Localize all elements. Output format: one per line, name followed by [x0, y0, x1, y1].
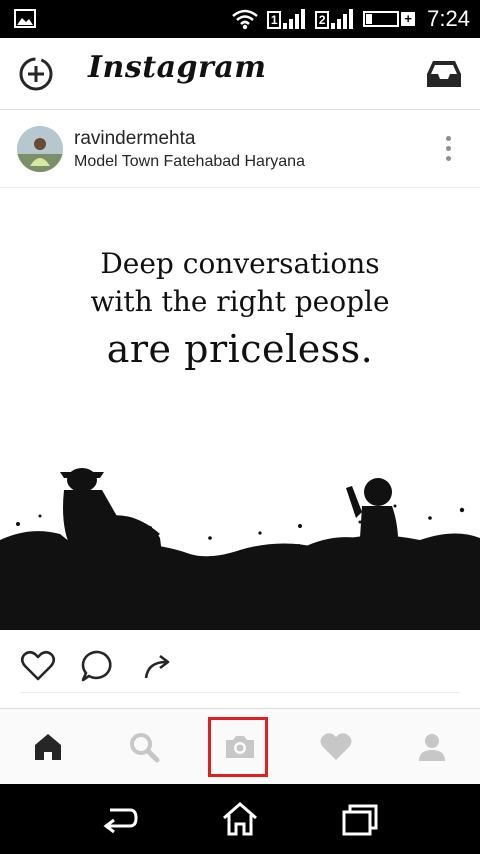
nav-search[interactable]: [96, 709, 192, 785]
home-icon: [35, 734, 61, 760]
silhouette-illustration: [0, 468, 480, 630]
signal-icon: [331, 9, 354, 29]
new-post-icon[interactable]: [18, 56, 54, 92]
system-nav-bar: [0, 784, 480, 854]
recents-icon[interactable]: [340, 800, 380, 838]
search-icon: [130, 733, 160, 763]
sim2-signal: 2: [315, 9, 355, 29]
divider: [20, 692, 460, 693]
heart-icon: [320, 733, 352, 760]
post-header: ravindermehta Model Town Fatehabad Harya…: [0, 110, 480, 188]
clock: 7:24: [427, 6, 470, 31]
post-image[interactable]: Deep conversations with the right people…: [0, 188, 480, 630]
profile-icon: [419, 734, 445, 761]
avatar[interactable]: [17, 126, 63, 172]
share-icon[interactable]: [140, 648, 176, 684]
home-icon[interactable]: [220, 800, 260, 838]
comment-icon[interactable]: [80, 648, 116, 684]
nav-activity[interactable]: [288, 709, 384, 785]
sim1-label: 1: [267, 11, 282, 29]
bottom-nav: [0, 708, 480, 784]
back-icon[interactable]: [100, 800, 140, 838]
heart-icon[interactable]: [20, 648, 56, 684]
image-icon: [14, 9, 36, 28]
sim2-label: 2: [315, 11, 330, 29]
post-username[interactable]: ravindermehta: [74, 128, 195, 150]
nav-profile[interactable]: [384, 709, 480, 785]
signal-icon: [283, 9, 306, 29]
status-bar: 1 2 + 7:24: [0, 0, 480, 38]
battery-icon: +: [363, 11, 416, 27]
wifi-icon: [232, 9, 258, 30]
inbox-icon[interactable]: [426, 58, 462, 90]
app-logo: Instagram: [88, 50, 267, 85]
camera-highlight-box: [208, 717, 268, 777]
sim1-signal: 1: [267, 9, 307, 29]
nav-home[interactable]: [0, 709, 96, 785]
more-options-icon[interactable]: [444, 136, 452, 164]
post-actions: [0, 630, 480, 700]
app-bar: Instagram: [0, 38, 480, 110]
post-location[interactable]: Model Town Fatehabad Haryana: [74, 153, 305, 171]
